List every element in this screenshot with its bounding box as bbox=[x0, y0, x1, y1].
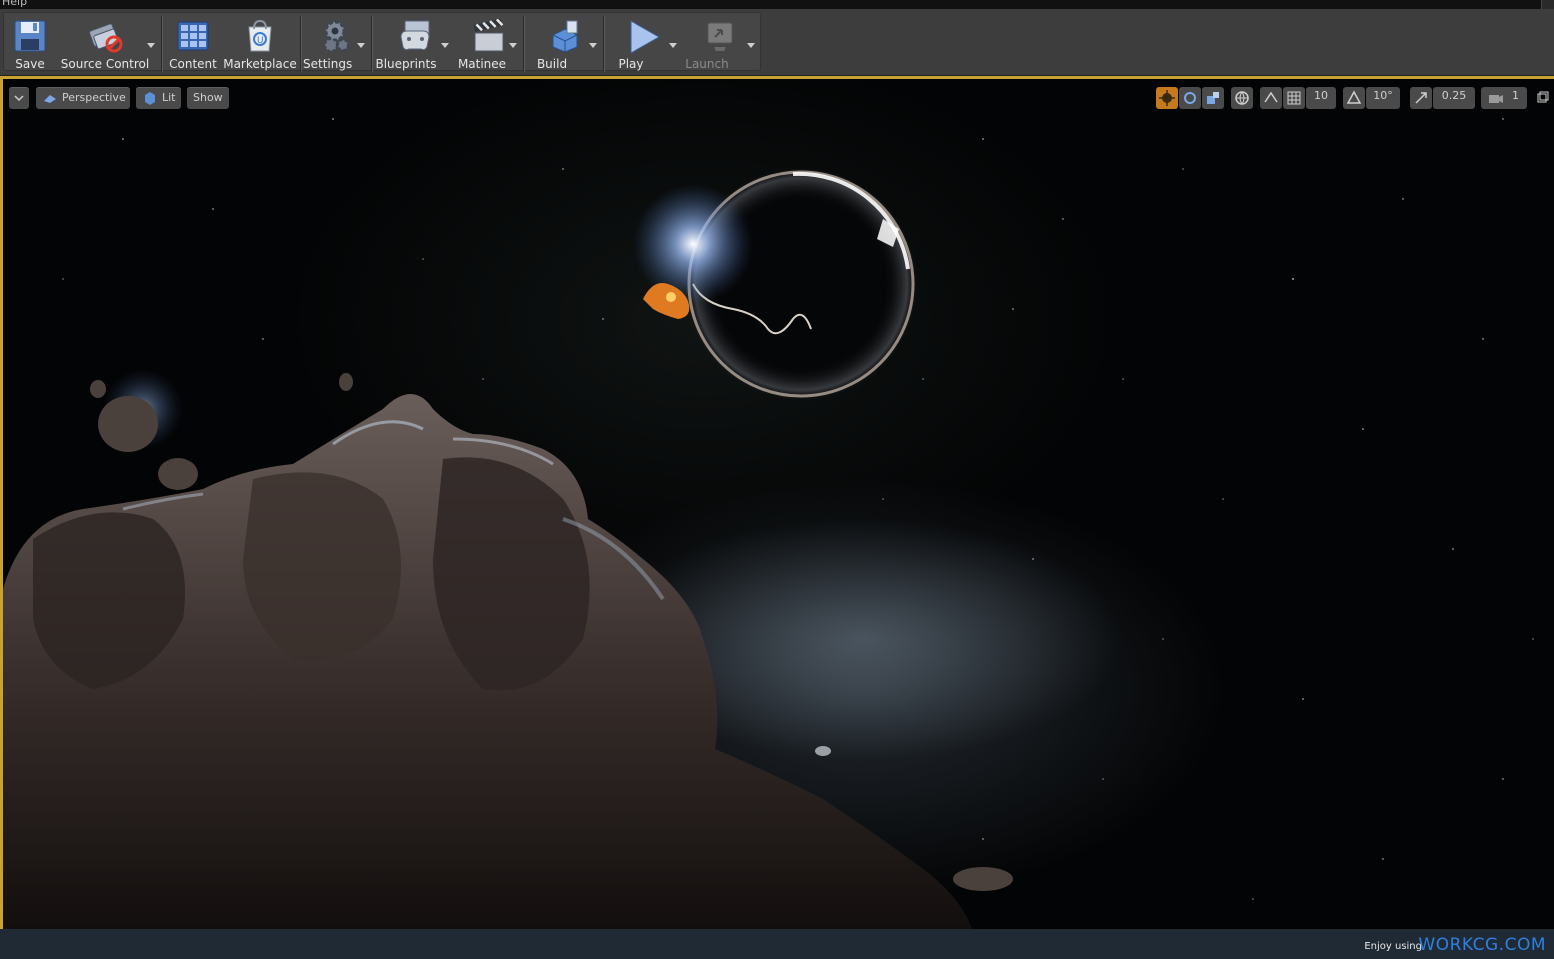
maximize-viewport-icon[interactable] bbox=[1535, 87, 1549, 109]
camera-speed-label: 1 bbox=[1512, 89, 1519, 102]
lit-button[interactable]: Lit bbox=[136, 87, 181, 109]
blueprints-label: Blueprints bbox=[375, 57, 437, 71]
translate-tool-icon[interactable] bbox=[1156, 87, 1178, 109]
toolbar-separator bbox=[300, 16, 301, 72]
viewport-options-button[interactable] bbox=[9, 87, 29, 109]
scale-snap-value[interactable]: 0.25 bbox=[1433, 87, 1475, 109]
svg-text:U: U bbox=[257, 36, 264, 46]
blueprints-button[interactable]: Blueprints bbox=[375, 15, 455, 73]
source-control-label: Source Control bbox=[60, 57, 150, 71]
light-flare bbox=[633, 184, 753, 304]
content-button[interactable]: Content bbox=[165, 15, 221, 73]
lit-label: Lit bbox=[162, 91, 176, 104]
content-label: Content bbox=[169, 57, 217, 71]
settings-dropdown-icon[interactable] bbox=[357, 43, 365, 48]
matinee-button[interactable]: Matinee bbox=[455, 15, 523, 73]
grid-snap-value[interactable]: 10 bbox=[1306, 87, 1336, 109]
rotation-snap-value-label: 10° bbox=[1373, 89, 1393, 102]
play-button[interactable]: Play bbox=[607, 15, 681, 73]
marketplace-button[interactable]: U Marketplace bbox=[223, 15, 297, 73]
brand-watermark: WORKCG.COM bbox=[1418, 935, 1546, 955]
build-blocks-icon bbox=[552, 20, 578, 53]
scale-tool-icon[interactable] bbox=[1202, 87, 1224, 109]
launch-button[interactable]: Launch bbox=[681, 15, 759, 73]
settings-button[interactable]: Settings bbox=[303, 15, 367, 73]
scale-snap-value-label: 0.25 bbox=[1441, 89, 1467, 102]
menu-help[interactable]: Help bbox=[2, 0, 27, 8]
save-button[interactable]: Save bbox=[5, 15, 55, 73]
rotation-snap-value[interactable]: 10° bbox=[1366, 87, 1400, 109]
settings-label: Settings bbox=[303, 57, 353, 71]
launch-dropdown-icon[interactable] bbox=[747, 43, 755, 48]
launch-label: Launch bbox=[685, 57, 729, 71]
source-control-icon bbox=[89, 23, 123, 53]
build-label: Build bbox=[536, 57, 568, 71]
menu-bar: Help bbox=[0, 0, 1554, 9]
toolbar-panel: Save Source Control Content U Marketplac… bbox=[3, 12, 761, 73]
perspective-button[interactable]: Perspective bbox=[36, 87, 130, 109]
show-button[interactable]: Show bbox=[187, 87, 229, 109]
level-viewport[interactable]: Perspective Lit Show 10 10° 0.25 1 bbox=[0, 76, 1554, 929]
perspective-label: Perspective bbox=[62, 91, 126, 104]
rotation-snap-icon[interactable] bbox=[1343, 87, 1365, 109]
toolbar-separator bbox=[523, 16, 524, 72]
toolbar-separator bbox=[603, 16, 604, 72]
save-label: Save bbox=[15, 57, 45, 71]
camera-speed-button[interactable]: 1 bbox=[1481, 87, 1527, 109]
main-toolbar: Save Source Control Content U Marketplac… bbox=[0, 9, 1554, 76]
source-control-button[interactable]: Source Control bbox=[57, 15, 155, 73]
status-bar: Enjoy using WORKCG.COM bbox=[0, 929, 1554, 959]
content-browser-icon bbox=[177, 21, 209, 51]
matinee-clapper-icon bbox=[473, 19, 504, 52]
grid-snap-value-label: 10 bbox=[1314, 89, 1328, 102]
grid-snap-icon[interactable] bbox=[1283, 87, 1305, 109]
chevron-down-icon bbox=[14, 95, 24, 102]
rotate-tool-icon[interactable] bbox=[1179, 87, 1201, 109]
toolbar-separator bbox=[161, 16, 162, 72]
source-control-dropdown-icon[interactable] bbox=[147, 43, 155, 48]
show-label: Show bbox=[193, 91, 223, 104]
toolbar-separator bbox=[371, 16, 372, 72]
launch-icon bbox=[707, 22, 733, 51]
play-icon bbox=[630, 20, 661, 53]
enjoy-text: Enjoy using bbox=[1364, 941, 1422, 952]
play-label: Play bbox=[618, 57, 644, 71]
marketplace-label: Marketplace bbox=[223, 57, 297, 71]
window-button[interactable] bbox=[1541, 0, 1554, 9]
build-button[interactable]: Build bbox=[527, 15, 603, 73]
viewport-scene-render bbox=[3, 118, 1534, 929]
build-dropdown-icon[interactable] bbox=[589, 43, 597, 48]
settings-gear-icon bbox=[324, 20, 349, 52]
marketplace-icon: U bbox=[248, 19, 272, 52]
surface-snap-icon[interactable] bbox=[1260, 87, 1282, 109]
matinee-dropdown-icon[interactable] bbox=[509, 43, 517, 48]
matinee-label: Matinee bbox=[457, 57, 507, 71]
blueprints-dropdown-icon[interactable] bbox=[441, 43, 449, 48]
blueprints-icon bbox=[400, 20, 430, 51]
scale-snap-icon[interactable] bbox=[1410, 87, 1432, 109]
play-dropdown-icon[interactable] bbox=[669, 43, 677, 48]
save-icon bbox=[14, 20, 46, 52]
camera-speed-icon bbox=[1489, 95, 1503, 103]
world-space-globe-icon[interactable] bbox=[1231, 87, 1253, 109]
